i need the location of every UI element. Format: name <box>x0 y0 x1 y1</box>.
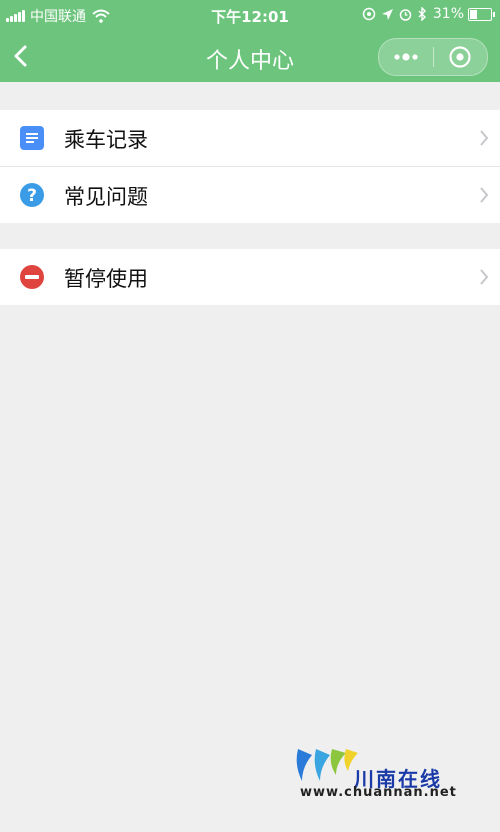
watermark-url: www.chuannan.net <box>300 785 457 800</box>
menu-group-primary: 乘车记录 ? 常见问题 <box>0 110 500 223</box>
chevron-right-icon <box>480 130 489 146</box>
menu-item-label: 常见问题 <box>64 185 148 209</box>
battery-icon <box>468 7 495 21</box>
menu-item-label: 暂停使用 <box>64 267 148 291</box>
logo-graphic <box>296 749 358 781</box>
status-bar: 中国联通 下午12:01 31% <box>0 0 500 30</box>
more-dots-icon <box>394 53 418 61</box>
battery-fill <box>470 9 477 19</box>
chevron-right-icon <box>480 187 489 203</box>
battery-percent: 31% <box>432 6 464 22</box>
menu-item-pause-use[interactable]: 暂停使用 <box>0 249 500 305</box>
alarm-icon <box>399 8 412 21</box>
question-circle-icon: ? <box>20 183 44 207</box>
mini-program-capsule <box>378 38 488 76</box>
chevron-right-icon <box>480 269 489 285</box>
menu-item-ride-records[interactable]: 乘车记录 <box>0 110 500 166</box>
bluetooth-icon <box>418 7 426 21</box>
navigation-arrow-icon <box>381 8 393 20</box>
menu-group-secondary: 暂停使用 <box>0 249 500 305</box>
document-list-icon <box>20 126 44 150</box>
location-lock-icon <box>362 7 376 21</box>
menu-item-faq[interactable]: ? 常见问题 <box>0 167 500 223</box>
target-circle-icon <box>449 46 471 68</box>
status-right: 31% <box>357 6 495 22</box>
watermark-logo: 川南在线 www.chuannan.net <box>292 745 482 805</box>
nav-bar: 个人中心 <box>0 30 500 82</box>
minus-circle-icon <box>20 265 44 289</box>
menu-item-label: 乘车记录 <box>64 128 148 152</box>
close-button[interactable] <box>434 39 488 75</box>
more-button[interactable] <box>379 39 433 75</box>
svg-text:?: ? <box>27 186 37 206</box>
